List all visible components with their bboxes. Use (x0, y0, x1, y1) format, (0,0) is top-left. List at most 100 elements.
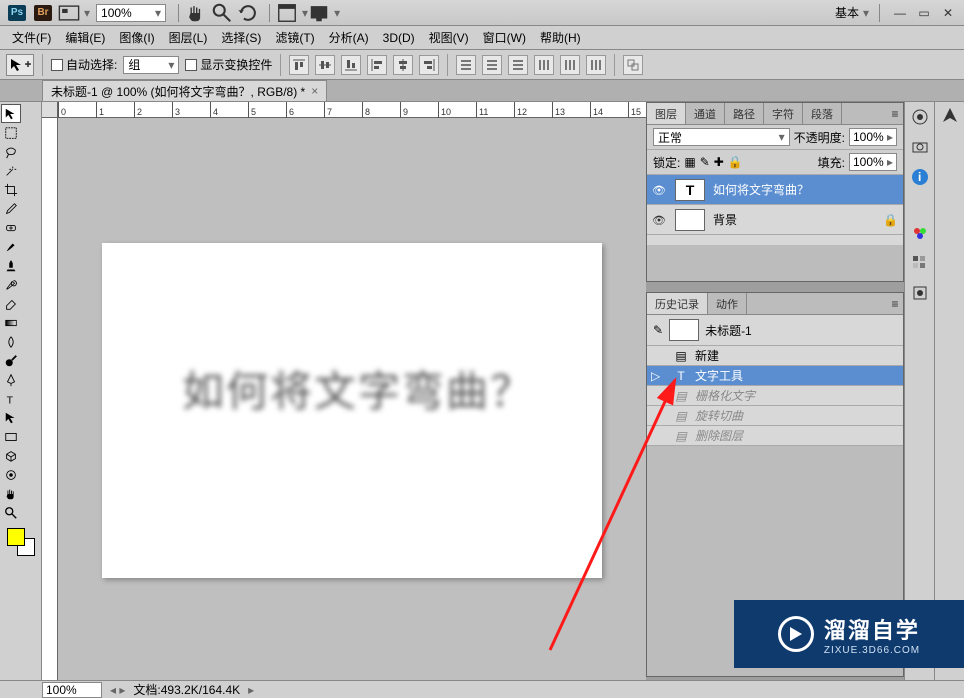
tool-v[interactable] (21, 503, 41, 522)
lasso-tool[interactable] (1, 142, 21, 161)
bridge-icon[interactable]: Br (32, 4, 54, 22)
close-button[interactable]: ✕ (938, 6, 958, 20)
document-canvas[interactable]: 如何将文字弯曲？ (102, 243, 602, 578)
rotate-view-icon[interactable] (237, 4, 259, 22)
fill-field[interactable]: 100%▸ (849, 153, 897, 171)
menu-3d[interactable]: 3D(D) (377, 29, 421, 47)
tab-paragraph[interactable]: 段落 (803, 103, 842, 124)
history-snapshot-name[interactable]: 未标题-1 (705, 322, 752, 339)
minimize-button[interactable]: — (890, 6, 910, 20)
tool-f[interactable] (21, 199, 41, 218)
visibility-toggle[interactable] (647, 213, 671, 227)
tool-m[interactable] (21, 332, 41, 351)
tab-history[interactable]: 历史记录 (647, 293, 708, 314)
tool-d[interactable] (21, 161, 41, 180)
tab-character[interactable]: 字符 (764, 103, 803, 124)
lock-transparent-icon[interactable]: ▦ (684, 155, 695, 169)
info-panel-icon[interactable]: i (909, 166, 931, 188)
tab-actions[interactable]: 动作 (708, 293, 747, 314)
navigator-panel-icon[interactable] (941, 106, 959, 127)
tool-k[interactable] (21, 294, 41, 313)
marquee-tool[interactable] (1, 123, 21, 142)
color-panel-icon[interactable] (909, 106, 931, 128)
history-brush-source-icon[interactable]: ✎ (653, 323, 663, 337)
adjustments-panel-icon[interactable] (909, 282, 931, 304)
horizontal-ruler[interactable]: 0123456789101112131415 (58, 102, 646, 118)
history-item[interactable]: ▤ 删除图层 (647, 426, 903, 446)
eyedropper-tool[interactable] (1, 199, 21, 218)
brush-tool[interactable] (1, 237, 21, 256)
menu-help[interactable]: 帮助(H) (534, 27, 587, 48)
tab-layers[interactable]: 图层 (647, 103, 686, 124)
layer-thumbnail[interactable]: T (675, 179, 705, 201)
menu-window[interactable]: 窗口(W) (477, 27, 532, 48)
threeD-tool[interactable] (1, 446, 21, 465)
auto-select-checkbox[interactable]: 自动选择: (51, 56, 117, 73)
tool-u[interactable] (21, 484, 41, 503)
lock-pixels-icon[interactable]: ✎ (700, 155, 710, 169)
tool-l[interactable] (21, 313, 41, 332)
styles-panel-icon[interactable] (909, 252, 931, 274)
tool-q[interactable] (21, 408, 41, 427)
auto-select-dropdown[interactable]: 组▾ (123, 56, 179, 74)
distribute-left-icon[interactable] (534, 55, 554, 75)
distribute-top-icon[interactable] (456, 55, 476, 75)
arrange-docs-icon[interactable] (276, 4, 298, 22)
tool-t[interactable] (21, 465, 41, 484)
gradient-tool[interactable] (1, 313, 21, 332)
status-zoom-field[interactable]: 100% (42, 682, 102, 698)
zoom-tool-icon[interactable] (211, 4, 233, 22)
path-selection-tool[interactable] (1, 408, 21, 427)
distribute-right-icon[interactable] (586, 55, 606, 75)
history-item[interactable]: ▤ 栅格化文字 (647, 386, 903, 406)
tab-paths[interactable]: 路径 (725, 103, 764, 124)
move-tool[interactable] (1, 104, 21, 123)
history-brush-tool[interactable] (1, 275, 21, 294)
blur-tool[interactable] (1, 332, 21, 351)
distribute-bottom-icon[interactable] (508, 55, 528, 75)
menu-filter[interactable]: 滤镜(T) (269, 27, 320, 48)
menu-analysis[interactable]: 分析(A) (323, 27, 375, 48)
history-item[interactable]: ▤ 旋转切曲 (647, 406, 903, 426)
tab-channels[interactable]: 通道 (686, 103, 725, 124)
opacity-field[interactable]: 100%▸ (849, 128, 897, 146)
tool-e[interactable] (21, 180, 41, 199)
tool-s[interactable] (21, 446, 41, 465)
mini-bridge-icon[interactable] (58, 4, 80, 22)
tool-c[interactable] (21, 142, 41, 161)
layer-thumbnail[interactable] (675, 209, 705, 231)
hand-tool[interactable] (1, 484, 21, 503)
camera-icon[interactable] (909, 136, 931, 158)
artboard-tool[interactable] (21, 104, 41, 123)
eraser-tool[interactable] (1, 294, 21, 313)
color-swatch[interactable] (7, 528, 35, 556)
lock-position-icon[interactable]: ✚ (714, 155, 724, 169)
distribute-vcenter-icon[interactable] (482, 55, 502, 75)
auto-align-icon[interactable] (623, 55, 643, 75)
tool-r[interactable] (21, 427, 41, 446)
align-vcenter-icon[interactable] (315, 55, 335, 75)
panel-menu-icon[interactable]: ≡ (887, 103, 903, 124)
blend-mode-dropdown[interactable]: 正常▾ (653, 128, 790, 146)
menu-image[interactable]: 图像(I) (113, 27, 160, 48)
hand-tool-icon[interactable] (185, 4, 207, 22)
tool-p[interactable] (21, 389, 41, 408)
tool-j[interactable] (21, 275, 41, 294)
lock-all-icon[interactable]: 🔒 (728, 155, 743, 169)
magic-wand-tool[interactable] (1, 161, 21, 180)
tool-g[interactable] (21, 218, 41, 237)
screen-mode-icon[interactable] (308, 4, 330, 22)
menu-edit[interactable]: 编辑(E) (59, 27, 111, 48)
tool-n[interactable] (21, 351, 41, 370)
menu-view[interactable]: 视图(V) (423, 27, 475, 48)
active-tool-indicator[interactable]: ✚ (6, 54, 34, 76)
foreground-color[interactable] (7, 528, 25, 546)
show-transform-checkbox[interactable]: 显示变换控件 (185, 56, 272, 73)
align-right-icon[interactable] (419, 55, 439, 75)
vertical-ruler[interactable] (42, 118, 58, 680)
close-tab-icon[interactable]: × (311, 84, 318, 98)
tool-b[interactable] (21, 123, 41, 142)
zoom-tool[interactable] (1, 503, 21, 522)
swatches-panel-icon[interactable] (909, 222, 931, 244)
menu-select[interactable]: 选择(S) (215, 27, 267, 48)
